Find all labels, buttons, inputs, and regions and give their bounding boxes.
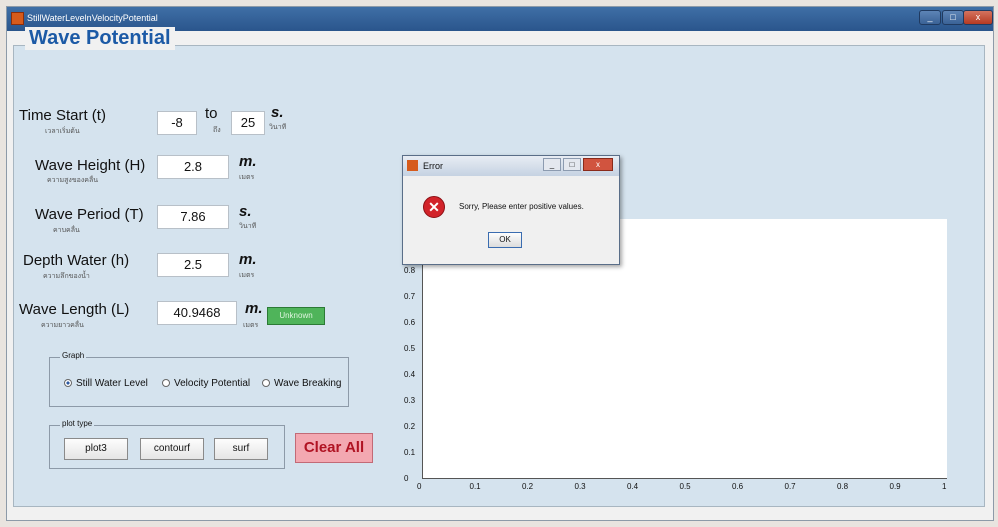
radio-label: Velocity Potential	[174, 378, 251, 389]
maximize-button[interactable]: □	[942, 10, 964, 25]
close-button[interactable]: x	[963, 10, 993, 25]
error-icon: ✕	[423, 196, 445, 218]
y-tick-label: 0.1	[404, 448, 416, 457]
x-tick-label: 0.8	[837, 482, 849, 491]
ok-button[interactable]: OK	[488, 232, 522, 248]
to-label: to	[205, 105, 218, 122]
depth-water-sub: ความลึกของน้ำ	[43, 273, 90, 280]
dialog-title-bar: Error _ □ x	[403, 156, 619, 176]
wave-length-unit-sub: เมตร	[243, 322, 259, 329]
wave-period-unit-sub: วินาที	[239, 223, 257, 230]
x-tick-label: 0.7	[784, 482, 796, 491]
time-unit: s.	[271, 104, 284, 121]
time-start-input[interactable]: -8	[157, 111, 197, 135]
wave-height-unit: m.	[239, 153, 257, 170]
x-tick-label: 0.5	[679, 482, 691, 491]
depth-water-label: Depth Water (h)	[23, 252, 130, 269]
wave-length-unit: m.	[245, 300, 263, 317]
x-tick-label: 0.2	[522, 482, 534, 491]
x-tick-label: 0.9	[889, 482, 901, 491]
time-end-input[interactable]: 25	[231, 111, 265, 135]
plot-type-group: plot type plot3 contourf surf	[49, 419, 285, 469]
y-tick-label: 0.5	[404, 344, 416, 353]
graph-group: Graph Still Water Level Velocity Potenti…	[49, 351, 349, 407]
dialog-title: Error	[423, 161, 443, 171]
clear-all-button[interactable]: Clear All	[295, 433, 373, 463]
contourf-button[interactable]: contourf	[140, 438, 204, 460]
radio-velocity-potential[interactable]: Velocity Potential	[162, 378, 250, 389]
depth-water-unit: m.	[239, 251, 257, 268]
radio-icon	[262, 379, 270, 387]
matlab-icon	[11, 12, 24, 25]
time-start-sub: เวลาเริ่มต้น	[45, 128, 80, 135]
x-tick-label: 0.6	[732, 482, 744, 491]
dialog-minimize-button[interactable]: _	[543, 158, 561, 171]
y-tick-label: 0.3	[404, 396, 416, 405]
dialog-close-button[interactable]: x	[583, 158, 613, 171]
radio-label: Wave Breaking	[274, 378, 342, 389]
graph-group-caption: Graph	[60, 351, 87, 360]
dialog-maximize-button[interactable]: □	[563, 158, 581, 171]
y-tick-label: 0.8	[404, 266, 416, 275]
y-tick-label: 0	[404, 474, 409, 483]
y-tick-label: 0.6	[404, 318, 416, 327]
to-sub: ถึง	[213, 127, 221, 134]
minimize-button[interactable]: _	[919, 10, 941, 25]
wave-period-sub: คาบคลื่น	[53, 227, 80, 234]
radio-label: Still Water Level	[76, 378, 148, 389]
wave-length-label: Wave Length (L)	[19, 301, 130, 318]
wave-length-output: 40.9468	[157, 301, 237, 325]
time-unit-sub: วินาที	[269, 124, 287, 131]
depth-water-input[interactable]: 2.5	[157, 253, 229, 277]
wave-height-input[interactable]: 2.8	[157, 155, 229, 179]
window-title: StillWaterLevelnVelocityPotential	[27, 13, 158, 23]
plot3-button[interactable]: plot3	[64, 438, 128, 460]
radio-wave-breaking[interactable]: Wave Breaking	[262, 378, 341, 389]
y-tick-label: 0.7	[404, 292, 416, 301]
error-message: Sorry, Please enter positive values.	[459, 202, 584, 211]
plot-type-caption: plot type	[60, 419, 95, 428]
error-dialog: Error _ □ x ✕ Sorry, Please enter positi…	[402, 155, 620, 265]
x-tick-label: 0.4	[627, 482, 639, 491]
wave-period-unit: s.	[239, 203, 252, 220]
wave-period-input[interactable]: 7.86	[157, 205, 229, 229]
panel-title: Wave Potential	[25, 27, 175, 50]
wave-height-sub: ความสูงของคลื่น	[47, 177, 99, 184]
unknown-button[interactable]: Unknown	[267, 307, 325, 325]
wave-period-label: Wave Period (T)	[35, 206, 144, 223]
time-start-label: Time Start (t)	[19, 107, 106, 124]
wave-height-unit-sub: เมตร	[239, 174, 255, 181]
y-tick-label: 0.4	[404, 370, 416, 379]
radio-selected-icon	[64, 379, 72, 387]
depth-water-unit-sub: เมตร	[239, 272, 255, 279]
main-window: StillWaterLevelnVelocityPotential _ □ x …	[6, 6, 994, 521]
x-tick-label: 0.3	[574, 482, 586, 491]
y-tick-label: 0.2	[404, 422, 416, 431]
x-tick-label: 0.1	[469, 482, 481, 491]
surf-button[interactable]: surf	[214, 438, 268, 460]
x-tick-label: 1	[942, 482, 947, 491]
wave-length-sub: ความยาวคลื่น	[41, 322, 84, 329]
radio-icon	[162, 379, 170, 387]
radio-still-water-level[interactable]: Still Water Level	[64, 378, 148, 389]
x-tick-label: 0	[417, 482, 422, 491]
matlab-icon	[407, 160, 418, 171]
wave-height-label: Wave Height (H)	[35, 157, 146, 174]
